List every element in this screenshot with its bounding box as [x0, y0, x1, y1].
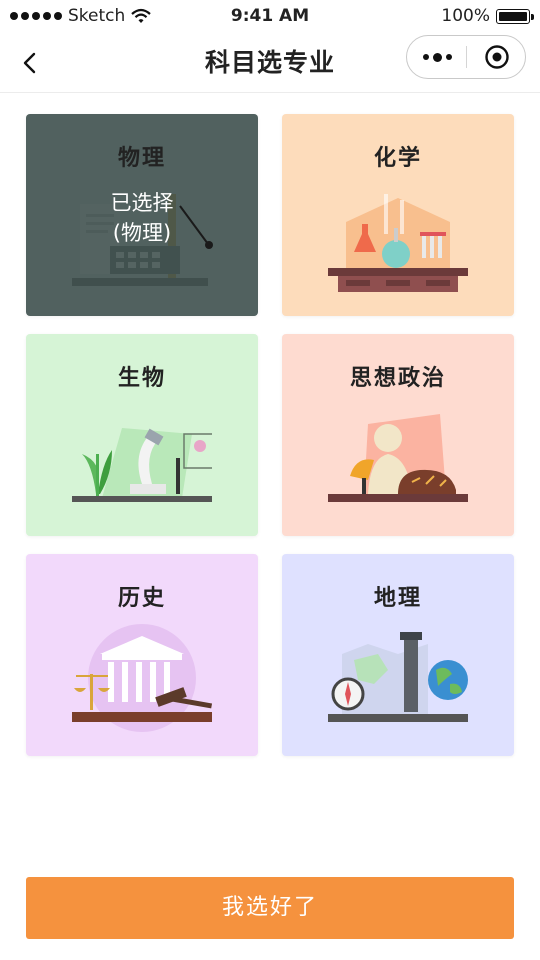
nav-bar: 科目选专业: [0, 32, 540, 93]
status-bar: Sketch 9:41 AM 100%: [0, 0, 540, 32]
more-dots-icon: [422, 54, 429, 60]
subject-label: 物理: [117, 146, 166, 171]
battery-icon: [496, 8, 534, 24]
more-dot-center: [432, 52, 442, 62]
history-illustration: [72, 624, 212, 732]
more-button[interactable]: [407, 36, 467, 78]
subject-label: 化学: [373, 146, 422, 171]
subject-card-biology[interactable]: 生物: [26, 334, 258, 536]
biology-illustration: [72, 428, 212, 502]
status-right: 100%: [441, 6, 534, 26]
geography-illustration: [328, 632, 468, 722]
more-dot-right: [445, 54, 452, 60]
politics-illustration: [328, 414, 468, 502]
subject-card-chemistry[interactable]: 化学: [282, 114, 514, 316]
subject-card-politics[interactable]: 思想政治: [282, 334, 514, 536]
target-circle-icon: [485, 45, 509, 69]
subject-card-physics[interactable]: 物理 已选择 (物理): [26, 114, 258, 316]
close-miniprogram-button[interactable]: [467, 36, 527, 78]
miniprogram-capsule: [406, 35, 526, 79]
subject-card-geography[interactable]: 地理: [282, 554, 514, 756]
selected-overlay: 物理 已选择 (物理): [26, 114, 258, 316]
subject-label: 思想政治: [349, 366, 446, 391]
subject-label: 地理: [373, 586, 422, 611]
subject-label: 生物: [117, 366, 166, 391]
selected-text: 已选择 (物理): [26, 188, 258, 248]
chemistry-illustration: [328, 194, 468, 292]
pendulum-icon: [179, 205, 213, 249]
selected-status: 已选择: [110, 191, 174, 215]
subject-card-history[interactable]: 历史: [26, 554, 258, 756]
confirm-button[interactable]: 我选好了: [26, 877, 514, 939]
battery-percent: 100%: [441, 6, 490, 26]
selected-subject: (物理): [112, 221, 172, 245]
subject-label: 历史: [117, 586, 166, 611]
